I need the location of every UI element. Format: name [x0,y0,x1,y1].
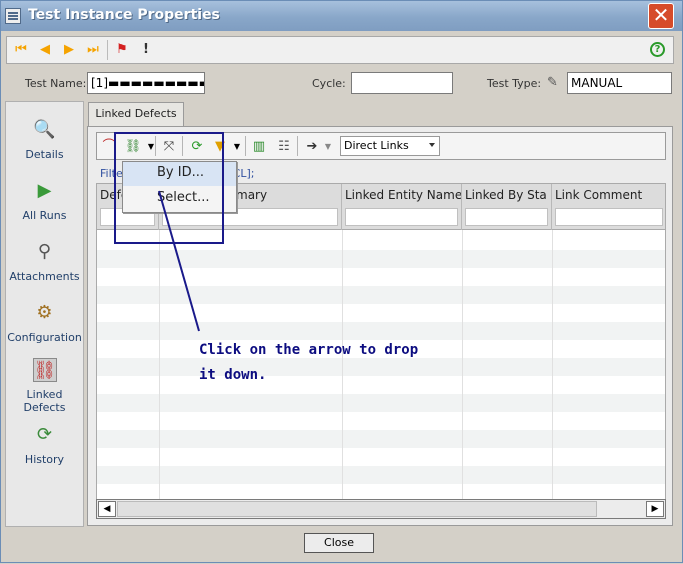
column-header[interactable]: Link Comment [552,184,665,230]
sidebar: 🔍 Details ▶ All Runs ⚲ Attachments ⚙ Con… [5,101,84,527]
test-type-label: Test Type: [487,77,542,90]
column-header-label: Link Comment [555,188,643,202]
column-filter[interactable] [555,208,663,226]
column-filter[interactable] [345,208,458,226]
test-name-field[interactable]: [1]▬▬▬▬▬▬▬▬▬Q [87,72,205,94]
scrollbar-thumb[interactable] [117,501,597,517]
table-row [97,448,665,466]
chevron-down-icon[interactable]: ▼ [319,138,337,156]
view-select-value: Direct Links [344,139,409,152]
next-icon[interactable]: ▶ [61,42,77,58]
test-instance-properties-window: Test Instance Properties ✕ ⏮ ◀ ▶ ⏭ ⚑ ! ?… [0,0,683,563]
cycle-label: Cycle: [312,77,346,90]
table-row [97,268,665,286]
window-title: Test Instance Properties [28,7,220,23]
runs-icon: ▶ [37,180,52,201]
sidebar-item-attachments[interactable]: ⚲ Attachments [6,240,83,283]
annotation-line: Click on the arrow to drop [199,342,419,358]
grid-icon[interactable]: ☷ [275,138,293,156]
sidebar-item-label: Attachments [9,270,80,283]
sidebar-item-linked-defects[interactable]: ⛓ Linked Defects [6,358,83,414]
sidebar-item-label: All Runs [22,209,67,222]
window-icon [5,8,21,24]
sidebar-item-label: Linked Defects [23,388,66,414]
details-icon: 🔍 [33,119,56,140]
annotation-highlight [114,132,224,244]
configuration-icon: ⚙ [36,302,53,323]
view-select[interactable]: Direct Links [340,136,440,156]
last-icon[interactable]: ⏭ [85,42,101,58]
test-name-label: Test Name: [25,77,87,90]
sidebar-item-configuration[interactable]: ⚙ Configuration [6,301,83,344]
prev-icon[interactable]: ◀ [37,42,53,58]
attachment-icon: ⚲ [37,241,52,262]
close-button[interactable]: Close [304,533,374,553]
first-icon[interactable]: ⏮ [13,42,29,58]
annotation-text: Click on the arrow to drop it down. [199,338,418,388]
flag-icon[interactable]: ⚑ [114,42,130,58]
column-divider [159,230,160,500]
close-icon[interactable]: ✕ [648,3,674,29]
test-type-field[interactable]: MANUAL [567,72,672,94]
horizontal-scrollbar[interactable]: ◀ ▶ [96,499,666,519]
column-divider [462,230,463,500]
test-type-icon: ✎ [547,75,558,90]
chevron-down-icon[interactable]: ▼ [228,138,246,156]
sidebar-item-label: Details [25,148,64,161]
table-row [97,304,665,322]
table-row [97,250,665,268]
toolbar-divider [245,136,246,156]
help-icon[interactable]: ? [650,42,665,57]
table-row [97,430,665,448]
sidebar-item-label: Configuration [7,331,82,344]
column-header-label: Linked Entity Name [345,188,462,202]
linked-defects-icon: ⛓ [32,358,57,382]
toolbar-divider [297,136,298,156]
columns-icon[interactable]: ▥ [250,138,268,156]
navigation-toolbar: ⏮ ◀ ▶ ⏭ ⚑ ! ? [6,36,674,64]
table-row [97,394,665,412]
table-row [97,412,665,430]
sidebar-item-label: History [24,453,65,466]
title-bar: Test Instance Properties ✕ [1,1,682,31]
annotation-line: it down. [199,367,267,383]
sidebar-item-history[interactable]: ⟳ History [6,423,83,466]
toolbar-divider [107,40,108,60]
cycle-field[interactable] [351,72,453,94]
column-filter[interactable] [465,208,548,226]
chevron-down-icon [429,143,435,147]
column-header[interactable]: Linked By Sta [462,184,552,230]
column-header[interactable]: Linked Entity Name [342,184,462,230]
history-icon: ⟳ [36,424,53,445]
column-divider [552,230,553,500]
table-row [97,466,665,484]
alert-icon[interactable]: ! [138,42,154,58]
scroll-left-icon[interactable]: ◀ [98,501,116,517]
column-header-label: Linked By Sta [465,188,547,202]
tab-linked-defects[interactable]: Linked Defects [88,102,184,126]
scroll-right-icon[interactable]: ▶ [646,501,664,517]
sidebar-item-all-runs[interactable]: ▶ All Runs [6,179,83,222]
table-row [97,286,665,304]
sidebar-item-details[interactable]: 🔍 Details [6,118,83,161]
